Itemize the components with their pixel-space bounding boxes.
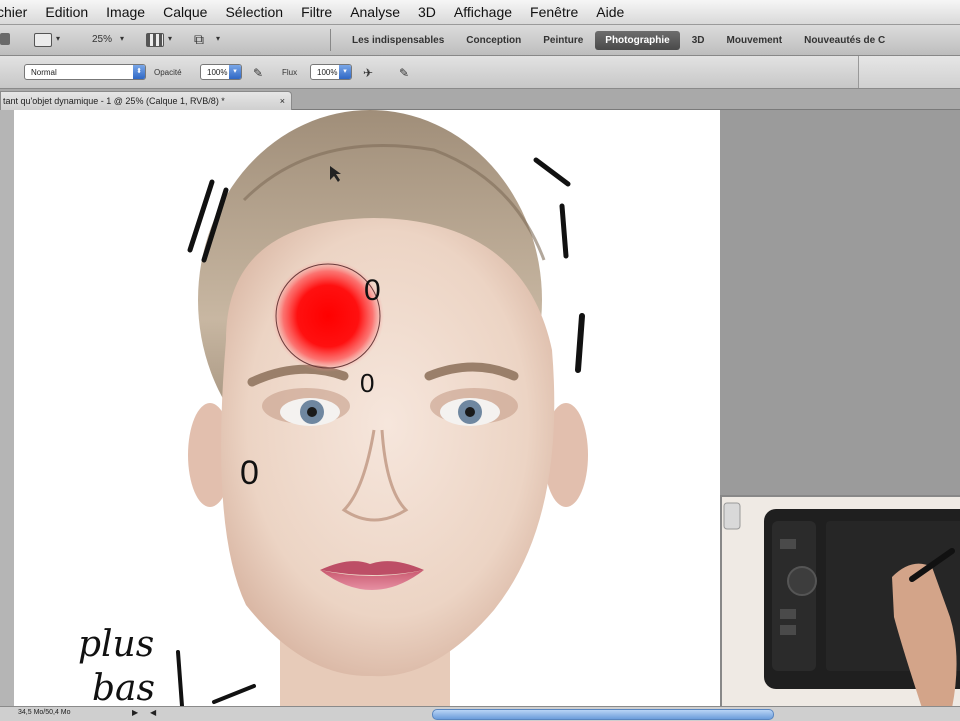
document-size: 34,5 Mo/50,4 Mo [18,709,71,716]
screen-mode-dropdown-icon[interactable]: ▾ [56,34,60,43]
menu-fenetre[interactable]: Fenêtre [521,4,587,20]
opacity-label: Opacité [154,68,182,77]
screen-mode-icon[interactable] [34,33,52,52]
flow-dropdown-icon: ▾ [339,65,351,79]
menu-edition[interactable]: Edition [36,4,97,20]
document-tab-row: tant qu'objet dynamique - 1 @ 25% (Calqu… [0,89,960,110]
pen-mark-bottom-1 [176,650,184,706]
zoom-level[interactable]: 25% [92,34,112,45]
menu-calque[interactable]: Calque [154,4,216,20]
airbrush-icon[interactable]: ✈ [360,66,376,80]
menu-aide[interactable]: Aide [587,4,633,20]
portrait-artwork: 0 0 0 plus bas [78,110,588,706]
opacity-dropdown-icon: ▾ [229,65,241,79]
handwriting-bas: bas [92,668,155,706]
flow-label: Flux [282,68,298,77]
pressure-opacity-icon[interactable]: ✎ [250,66,266,80]
document-tab-title: tant qu'objet dynamique - 1 @ 25% (Calqu… [3,96,225,106]
extras-icon[interactable]: ⧉ [194,31,204,48]
workspace-les-indispensables[interactable]: Les indispensables [342,31,454,50]
status-menu-icon[interactable]: ▶ [132,708,138,717]
extras-dropdown-icon[interactable]: ▾ [216,34,220,43]
status-bar: 34,5 Mo/50,4 Mo ▶ ◀ [0,706,960,721]
menu-affichage[interactable]: Affichage [445,4,521,20]
panel-dock-header [858,56,960,88]
document-tab[interactable]: tant qu'objet dynamique - 1 @ 25% (Calqu… [0,91,292,110]
options-bar: Normal ⬍ Opacité 100% ▾ ✎ Flux 100% ▾ ✈ … [0,56,960,89]
flow-input[interactable]: 100% ▾ [310,64,352,80]
pressure-size-icon[interactable]: ✎ [396,66,412,80]
application-bar: ▾ 25% ▾ ▾ ⧉ ▾ Les indispensables Concept… [0,25,960,56]
opacity-input[interactable]: 100% ▾ [200,64,242,80]
select-arrows-icon: ⬍ [133,65,145,79]
right-pupil [465,407,475,417]
scroll-left-icon[interactable]: ◀ [150,708,156,717]
workspace-photographie[interactable]: Photographie [595,30,680,50]
pen-annotation-0-forehead: 0 [364,274,381,307]
document-canvas[interactable]: 0 0 0 plus bas [14,110,720,706]
tablet-and-hand-illustration [722,497,960,708]
workspace-peinture[interactable]: Peinture [533,31,593,50]
workspace-switcher: Les indispensables Conception Peinture P… [342,25,897,55]
pen-annotation-0-cheek: 0 [240,454,259,492]
menu-3d[interactable]: 3D [409,4,445,20]
left-pupil [307,407,317,417]
express-key-3 [780,625,796,635]
menu-bar: chier Edition Image Calque Sélection Fil… [0,0,960,25]
small-button-left [723,502,741,530]
blend-mode-value: Normal [31,68,57,77]
pen-mark-top-right [533,157,571,187]
pasteboard-area [720,110,960,495]
workspace-mouvement[interactable]: Mouvement [717,31,793,50]
handwriting-plus: plus [78,624,154,665]
touch-ring [787,566,817,596]
pen-mark-right-2 [575,313,585,373]
express-key-1 [780,539,796,549]
webcam-overlay [720,495,960,708]
menu-selection[interactable]: Sélection [216,4,292,20]
vertical-ruler [0,110,15,706]
workspace-nouveautes[interactable]: Nouveautés de C [794,31,895,50]
menu-fichier[interactable]: chier [0,4,36,20]
close-tab-icon[interactable]: × [280,92,285,110]
arrange-documents-icon[interactable] [146,33,164,52]
flow-value: 100% [317,68,338,77]
workspace-3d[interactable]: 3D [682,31,715,50]
opacity-value: 100% [207,68,228,77]
pen-annotation-0-brow: 0 [360,368,374,398]
bridge-icon[interactable] [0,33,10,45]
express-key-2 [780,609,796,619]
menu-image[interactable]: Image [97,4,154,20]
menu-analyse[interactable]: Analyse [341,4,409,20]
workspace-separator [330,29,331,51]
menu-filtre[interactable]: Filtre [292,4,341,20]
arrange-dropdown-icon[interactable]: ▾ [168,34,172,43]
horizontal-scrollbar-thumb[interactable] [432,709,774,720]
face [221,218,555,677]
workspace-conception[interactable]: Conception [456,31,531,50]
zoom-dropdown-icon[interactable]: ▾ [120,34,124,43]
pen-mark-bottom-2 [212,684,256,704]
blend-mode-select[interactable]: Normal ⬍ [24,64,146,80]
pen-mark-right-1 [559,203,569,259]
